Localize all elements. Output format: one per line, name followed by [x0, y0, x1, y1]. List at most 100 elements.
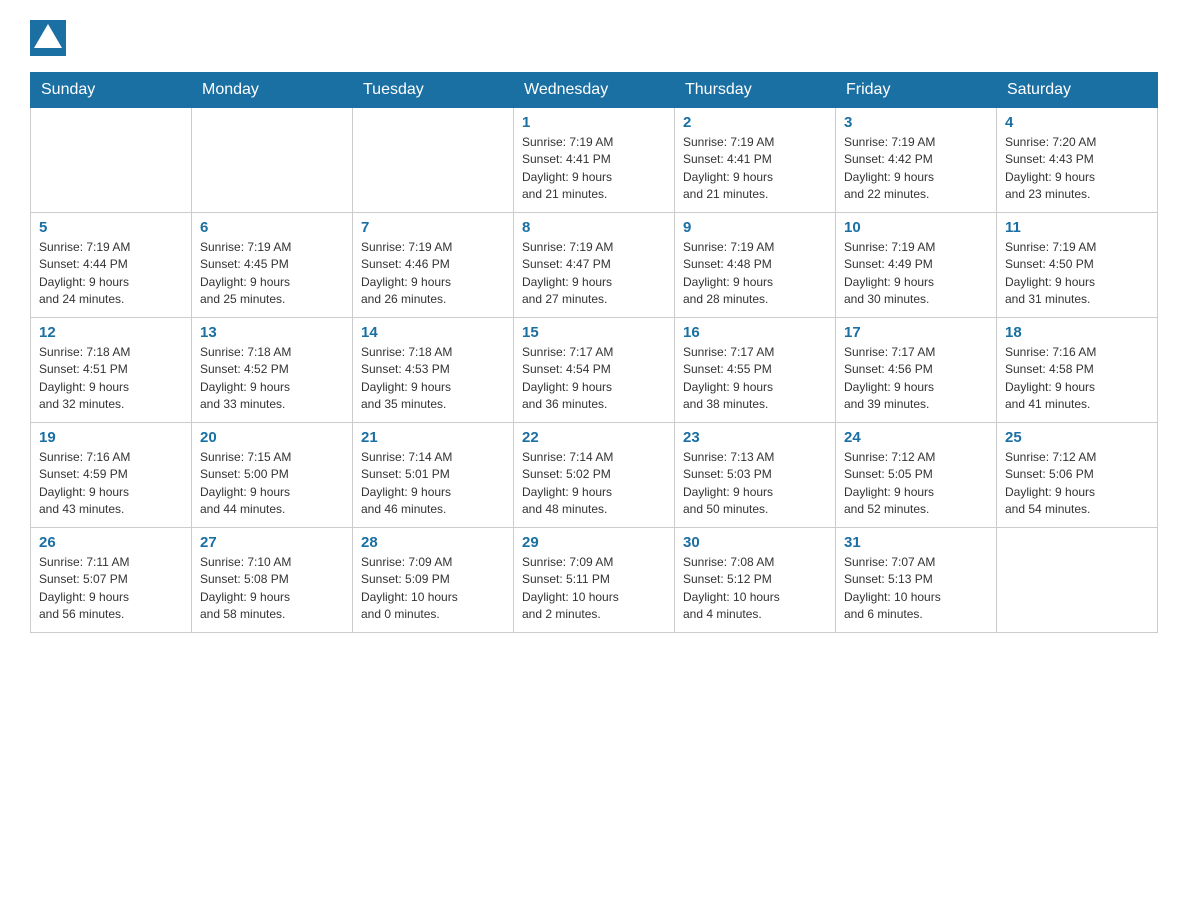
- calendar-cell: 22Sunrise: 7:14 AM Sunset: 5:02 PM Dayli…: [514, 423, 675, 528]
- day-of-week-header: Friday: [836, 73, 997, 108]
- calendar-week-row: 19 Sunrise: 7:16 AM Sunset: 4:59 PM Dayli…: [31, 423, 1158, 528]
- day-info: Sunrise: 7:17 AM Sunset: 4:56 PM Dayligh…: [844, 344, 988, 414]
- calendar-cell: 10 Sunrise: 7:19 AM Sunset: 4:49 PM Dayli…: [836, 213, 997, 318]
- day-number: 7: [361, 219, 505, 236]
- day-info: Sunrise: 7:17 AM Sunset: 4:55 PM Dayligh…: [683, 344, 827, 414]
- calendar-table: SundayMondayTuesdayWednesdayThursdayFrid…: [30, 72, 1158, 633]
- day-number: 19: [39, 429, 183, 446]
- calendar-cell: 31 Sunrise: 7:07 AM Sunset: 5:13 PM Dayli…: [836, 528, 997, 633]
- calendar-cell: 2 Sunrise: 7:19 AM Sunset: 4:41 PM Daylig…: [675, 108, 836, 213]
- calendar-cell: 19 Sunrise: 7:16 AM Sunset: 4:59 PM Dayli…: [31, 423, 192, 528]
- day-info: Sunrise: 7:15 AM Sunset: 5:00 PM Dayligh…: [200, 449, 344, 519]
- day-info: Sunrise: 7:19 AM Sunset: 4:46 PM Dayligh…: [361, 239, 505, 309]
- calendar-cell: 7 Sunrise: 7:19 AM Sunset: 4:46 PM Daylig…: [353, 213, 514, 318]
- calendar-cell: 23 Sunrise: 7:13 AM Sunset: 5:03 PM Dayli…: [675, 423, 836, 528]
- calendar-cell: 28 Sunrise: 7:09 AM Sunset: 5:09 PM Dayli…: [353, 528, 514, 633]
- calendar-cell: 21 Sunrise: 7:14 AM Sunset: 5:01 PM Dayli…: [353, 423, 514, 528]
- day-info: Sunrise: 7:19 AM Sunset: 4:47 PM Dayligh…: [522, 239, 666, 309]
- day-info: Sunrise: 7:19 AM Sunset: 4:41 PM Dayligh…: [683, 134, 827, 204]
- day-number: 13: [200, 324, 344, 341]
- calendar-cell: 27 Sunrise: 7:10 AM Sunset: 5:08 PM Dayli…: [192, 528, 353, 633]
- calendar-cell: 18 Sunrise: 7:16 AM Sunset: 4:58 PM Dayli…: [997, 318, 1158, 423]
- day-number: 18: [1005, 324, 1149, 341]
- calendar-cell: 1 Sunrise: 7:19 AM Sunset: 4:41 PM Daylig…: [514, 108, 675, 213]
- calendar-cell: 26Sunrise: 7:11 AM Sunset: 5:07 PM Dayli…: [31, 528, 192, 633]
- calendar-week-row: 12 Sunrise: 7:18 AM Sunset: 4:51 PM Dayli…: [31, 318, 1158, 423]
- day-number: 31: [844, 534, 988, 551]
- day-info: Sunrise: 7:07 AM Sunset: 5:13 PM Dayligh…: [844, 554, 988, 624]
- day-info: Sunrise: 7:19 AM Sunset: 4:49 PM Dayligh…: [844, 239, 988, 309]
- calendar-cell: [353, 108, 514, 213]
- day-info: Sunrise: 7:20 AM Sunset: 4:43 PM Dayligh…: [1005, 134, 1149, 204]
- day-info: Sunrise: 7:18 AM Sunset: 4:53 PM Dayligh…: [361, 344, 505, 414]
- day-number: 26: [39, 534, 183, 551]
- day-info: Sunrise: 7:08 AM Sunset: 5:12 PM Dayligh…: [683, 554, 827, 624]
- day-info: Sunrise: 7:19 AM Sunset: 4:42 PM Dayligh…: [844, 134, 988, 204]
- calendar-cell: 29Sunrise: 7:09 AM Sunset: 5:11 PM Dayli…: [514, 528, 675, 633]
- day-number: 12: [39, 324, 183, 341]
- day-of-week-header: Tuesday: [353, 73, 514, 108]
- calendar-header-row: SundayMondayTuesdayWednesdayThursdayFrid…: [31, 73, 1158, 108]
- day-number: 21: [361, 429, 505, 446]
- calendar-cell: 12 Sunrise: 7:18 AM Sunset: 4:51 PM Dayli…: [31, 318, 192, 423]
- day-info: Sunrise: 7:19 AM Sunset: 4:45 PM Dayligh…: [200, 239, 344, 309]
- day-number: 3: [844, 114, 988, 131]
- day-number: 28: [361, 534, 505, 551]
- day-info: Sunrise: 7:09 AM Sunset: 5:09 PM Dayligh…: [361, 554, 505, 624]
- day-number: 17: [844, 324, 988, 341]
- day-info: Sunrise: 7:18 AM Sunset: 4:51 PM Dayligh…: [39, 344, 183, 414]
- calendar-cell: 24 Sunrise: 7:12 AM Sunset: 5:05 PM Dayli…: [836, 423, 997, 528]
- day-info: Sunrise: 7:12 AM Sunset: 5:05 PM Dayligh…: [844, 449, 988, 519]
- day-number: 5: [39, 219, 183, 236]
- day-info: Sunrise: 7:14 AM Sunset: 5:02 PM Dayligh…: [522, 449, 666, 519]
- calendar-cell: 15 Sunrise: 7:17 AM Sunset: 4:54 PM Dayli…: [514, 318, 675, 423]
- day-number: 16: [683, 324, 827, 341]
- day-info: Sunrise: 7:14 AM Sunset: 5:01 PM Dayligh…: [361, 449, 505, 519]
- calendar-cell: 25Sunrise: 7:12 AM Sunset: 5:06 PM Dayli…: [997, 423, 1158, 528]
- day-number: 9: [683, 219, 827, 236]
- calendar-cell: 11 Sunrise: 7:19 AM Sunset: 4:50 PM Dayli…: [997, 213, 1158, 318]
- calendar-cell: [192, 108, 353, 213]
- calendar-week-row: 26Sunrise: 7:11 AM Sunset: 5:07 PM Dayli…: [31, 528, 1158, 633]
- day-number: 27: [200, 534, 344, 551]
- calendar-cell: 17 Sunrise: 7:17 AM Sunset: 4:56 PM Dayli…: [836, 318, 997, 423]
- calendar-cell: 9Sunrise: 7:19 AM Sunset: 4:48 PM Daylig…: [675, 213, 836, 318]
- day-info: Sunrise: 7:19 AM Sunset: 4:50 PM Dayligh…: [1005, 239, 1149, 309]
- calendar-cell: 14 Sunrise: 7:18 AM Sunset: 4:53 PM Dayli…: [353, 318, 514, 423]
- calendar-cell: 13 Sunrise: 7:18 AM Sunset: 4:52 PM Dayli…: [192, 318, 353, 423]
- day-info: Sunrise: 7:19 AM Sunset: 4:41 PM Dayligh…: [522, 134, 666, 204]
- calendar-cell: 20 Sunrise: 7:15 AM Sunset: 5:00 PM Dayli…: [192, 423, 353, 528]
- day-of-week-header: Monday: [192, 73, 353, 108]
- day-number: 8: [522, 219, 666, 236]
- calendar-cell: 4Sunrise: 7:20 AM Sunset: 4:43 PM Daylig…: [997, 108, 1158, 213]
- day-number: 14: [361, 324, 505, 341]
- day-number: 1: [522, 114, 666, 131]
- day-number: 23: [683, 429, 827, 446]
- day-number: 15: [522, 324, 666, 341]
- day-number: 2: [683, 114, 827, 131]
- day-number: 20: [200, 429, 344, 446]
- day-info: Sunrise: 7:10 AM Sunset: 5:08 PM Dayligh…: [200, 554, 344, 624]
- logo: [30, 20, 70, 56]
- day-info: Sunrise: 7:13 AM Sunset: 5:03 PM Dayligh…: [683, 449, 827, 519]
- day-number: 25: [1005, 429, 1149, 446]
- day-of-week-header: Sunday: [31, 73, 192, 108]
- calendar-week-row: 1 Sunrise: 7:19 AM Sunset: 4:41 PM Daylig…: [31, 108, 1158, 213]
- day-info: Sunrise: 7:17 AM Sunset: 4:54 PM Dayligh…: [522, 344, 666, 414]
- day-info: Sunrise: 7:09 AM Sunset: 5:11 PM Dayligh…: [522, 554, 666, 624]
- day-number: 10: [844, 219, 988, 236]
- calendar-week-row: 5 Sunrise: 7:19 AM Sunset: 4:44 PM Daylig…: [31, 213, 1158, 318]
- day-number: 11: [1005, 219, 1149, 236]
- calendar-cell: [31, 108, 192, 213]
- page-header: [30, 20, 1158, 56]
- day-number: 24: [844, 429, 988, 446]
- day-info: Sunrise: 7:18 AM Sunset: 4:52 PM Dayligh…: [200, 344, 344, 414]
- day-number: 30: [683, 534, 827, 551]
- day-info: Sunrise: 7:16 AM Sunset: 4:58 PM Dayligh…: [1005, 344, 1149, 414]
- calendar-cell: 30 Sunrise: 7:08 AM Sunset: 5:12 PM Dayli…: [675, 528, 836, 633]
- calendar-cell: 16 Sunrise: 7:17 AM Sunset: 4:55 PM Dayli…: [675, 318, 836, 423]
- day-info: Sunrise: 7:16 AM Sunset: 4:59 PM Dayligh…: [39, 449, 183, 519]
- day-info: Sunrise: 7:19 AM Sunset: 4:44 PM Dayligh…: [39, 239, 183, 309]
- calendar-cell: [997, 528, 1158, 633]
- calendar-cell: 6Sunrise: 7:19 AM Sunset: 4:45 PM Daylig…: [192, 213, 353, 318]
